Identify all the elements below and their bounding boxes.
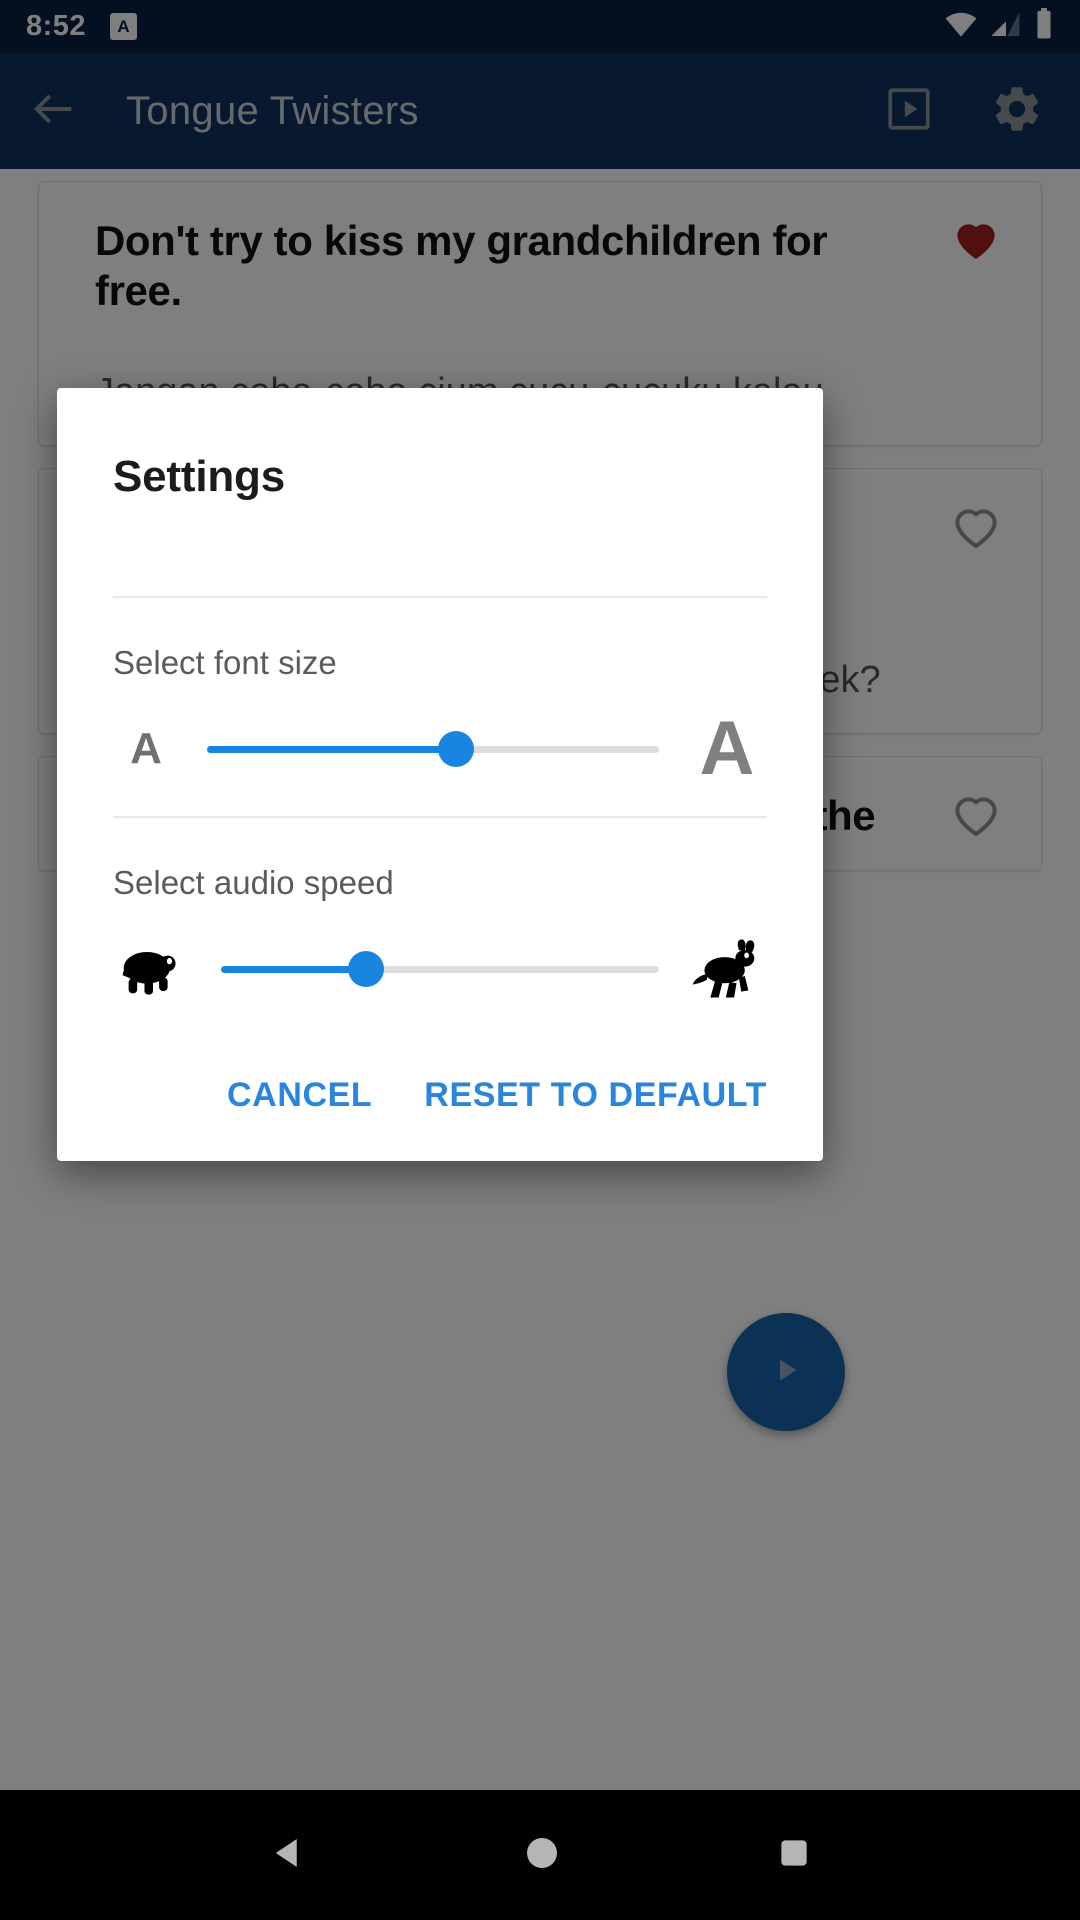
slider-thumb[interactable] — [437, 731, 474, 767]
slider-fill — [221, 965, 366, 973]
rabbit-icon — [687, 938, 767, 1000]
font-size-max-glyph: A — [699, 705, 755, 791]
font-size-slider-row: A A — [113, 682, 767, 816]
android-nav-bar — [0, 1790, 1080, 1920]
audio-speed-label: Select audio speed — [113, 864, 394, 901]
nav-back-triangle-icon[interactable] — [267, 1832, 309, 1879]
dialog-title-spacer — [57, 502, 823, 596]
font-size-min-glyph: A — [130, 724, 162, 773]
turtle-icon — [113, 940, 193, 998]
font-size-label: Select font size — [113, 644, 337, 681]
nav-recents-square-icon[interactable] — [775, 1834, 813, 1877]
settings-dialog: Settings Select font size A A Select aud… — [57, 388, 823, 1161]
nav-home-circle-icon[interactable] — [522, 1833, 562, 1878]
slider-fill — [207, 745, 456, 753]
audio-speed-slider-row — [113, 902, 767, 1036]
cancel-button[interactable]: CANCEL — [227, 1076, 372, 1115]
reset-to-default-button[interactable]: RESET TO DEFAULT — [424, 1076, 767, 1115]
dialog-actions: CANCEL RESET TO DEFAULT — [57, 1036, 823, 1161]
slider-thumb[interactable] — [347, 951, 384, 987]
font-size-setting: Select font size A A — [57, 598, 823, 816]
dialog-title: Settings — [113, 452, 285, 501]
audio-speed-setting: Select audio speed — [57, 818, 823, 1036]
font-size-slider[interactable] — [207, 731, 659, 767]
audio-speed-slider[interactable] — [221, 951, 659, 987]
